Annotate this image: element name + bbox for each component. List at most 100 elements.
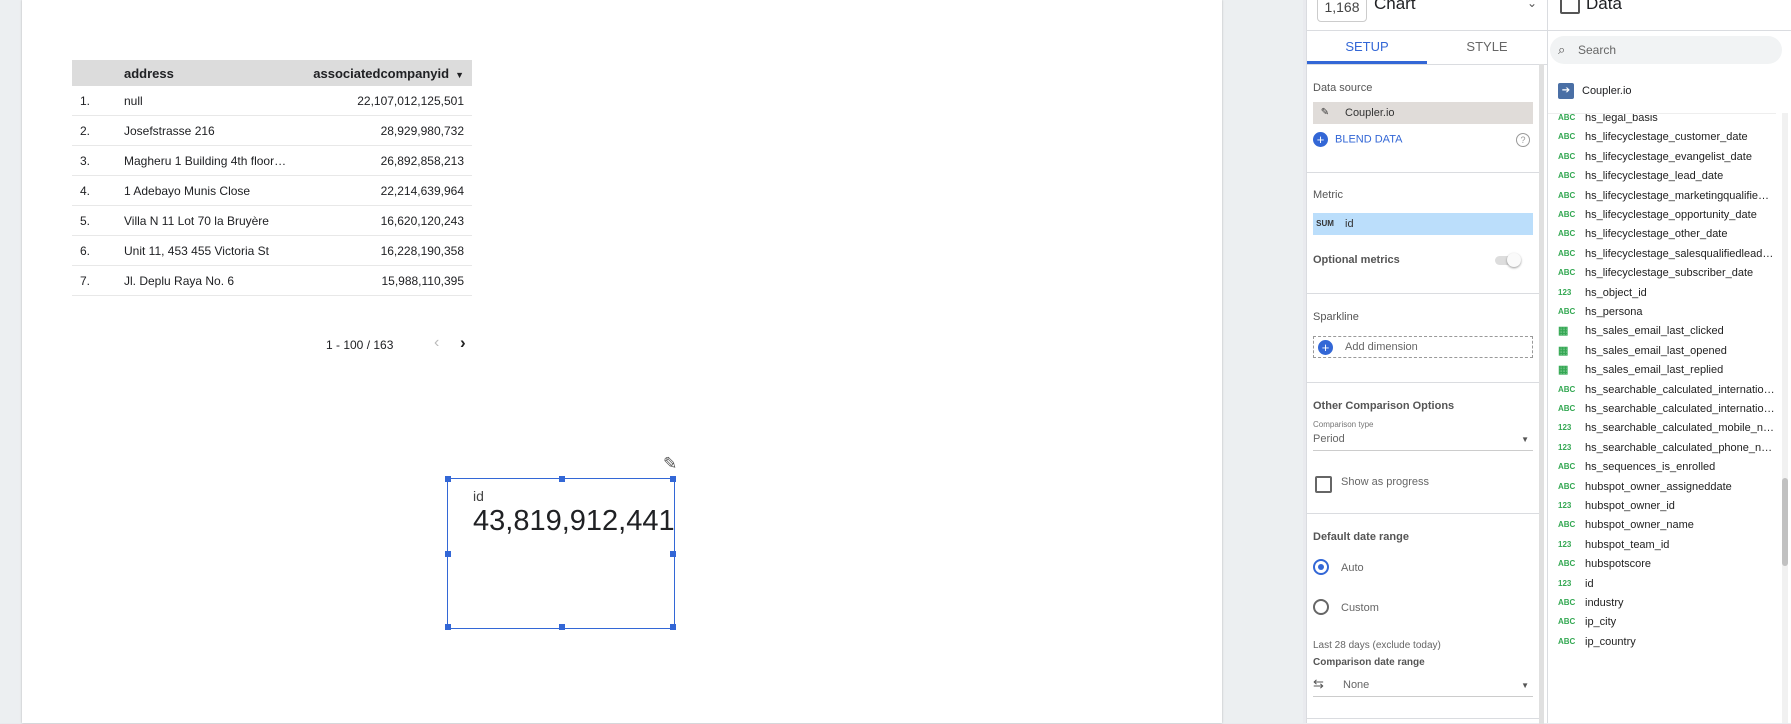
row-address: Unit 11, 453 455 Victoria St <box>124 243 269 258</box>
data-source-icon: ➔ <box>1558 83 1574 99</box>
number-type-icon: 123 <box>1558 423 1572 433</box>
field-item[interactable]: ABC ip_country <box>1548 632 1776 654</box>
field-name: hs_lifecyclestage_opportunity_date <box>1585 209 1757 221</box>
chevron-left-icon[interactable]: ‹ <box>434 334 439 352</box>
table-header: address associatedcompanyid ▼ <box>72 60 472 86</box>
sort-desc-icon[interactable]: ▼ <box>455 70 464 80</box>
number-type-icon: 123 <box>1558 501 1572 510</box>
row-associatedcompanyid: 16,228,190,358 <box>380 243 464 258</box>
default-date-range-label: Default date range <box>1313 531 1409 543</box>
resize-handle-s[interactable] <box>559 624 565 630</box>
row-address: Jl. Deplu Raya No. 6 <box>124 273 235 288</box>
field-name: hs_sequences_is_enrolled <box>1585 461 1716 474</box>
toggle-knob <box>1507 253 1521 267</box>
comparison-type-select[interactable]: Period ▼ <box>1313 430 1533 451</box>
table-row[interactable]: 5. Villa N 11 Lot 70 la Bruyère 16,620,120… <box>72 206 472 236</box>
sparkline-label: Sparkline <box>1313 311 1359 323</box>
table-row[interactable]: 8.5 Manchester Square15,975,209,515 <box>72 296 472 305</box>
field-search[interactable]: ⌕ Search <box>1550 36 1782 64</box>
tab-style[interactable]: STYLE <box>1427 39 1547 54</box>
table-row[interactable]: 7. Jl. Deplu Raya No. 6 15,988,110,395 <box>72 266 472 296</box>
data-source-label: Data source <box>1313 82 1373 94</box>
add-dimension-button[interactable]: + Add dimension <box>1313 336 1533 358</box>
number-type-icon: 123 <box>1558 442 1572 452</box>
metric-aggregation[interactable]: SUM <box>1316 217 1334 231</box>
metric-chip[interactable]: SUM id <box>1313 213 1533 235</box>
table-row[interactable]: 4. 1 Adebayo Munis Close 22,214,639,964 <box>72 176 472 206</box>
search-icon: ⌕ <box>1558 42 1566 57</box>
field-name: id <box>1585 577 1594 590</box>
resize-handle-n[interactable] <box>559 476 565 482</box>
resize-handle-sw[interactable] <box>445 624 451 630</box>
comparison-date-range-select[interactable]: ⇆ None ▼ <box>1313 676 1533 697</box>
field-name: hubspot_owner_assigneddate <box>1585 480 1732 493</box>
date-range-custom-radio[interactable] <box>1313 599 1329 615</box>
text-type-icon: ABC <box>1558 113 1576 122</box>
blend-data-button[interactable]: + BLEND DATA <box>1313 132 1402 147</box>
field-list-scrollbar[interactable] <box>1782 113 1788 723</box>
field-name: hs_lifecyclestage_customer_date <box>1585 131 1748 144</box>
chart-type-title[interactable]: Chart <box>1374 0 1416 16</box>
pencil-icon[interactable]: ✎ <box>663 454 677 474</box>
scorecard-chart[interactable]: id 43,819,912,441 <box>445 476 676 630</box>
properties-scrollbar[interactable] <box>1539 64 1544 724</box>
resize-handle-w[interactable] <box>445 551 451 557</box>
header-associatedcompanyid[interactable]: associatedcompanyid ▼ <box>304 66 472 81</box>
comparison-type-value: Period <box>1313 433 1345 445</box>
show-as-progress-checkbox[interactable] <box>1315 476 1332 493</box>
date-range-auto-radio[interactable] <box>1313 559 1329 575</box>
field-name: hubspot_team_id <box>1585 538 1670 551</box>
row-index: 1. <box>80 93 91 108</box>
table-row[interactable]: 1. null 22,107,012,125,501 <box>72 86 472 116</box>
text-type-icon: ABC <box>1558 268 1576 278</box>
header-address[interactable]: address <box>124 66 304 81</box>
other-comparison-label: Other Comparison Options <box>1313 400 1455 412</box>
table-row[interactable]: 6. Unit 11, 453 455 Victoria St 16,228,190… <box>72 236 472 266</box>
field-list: ABC hs_legal_basis ABC hs_lifecyclestage_cu… <box>1548 113 1776 724</box>
help-icon[interactable]: ? <box>1516 133 1530 147</box>
text-type-icon: ABC <box>1558 248 1576 258</box>
search-input[interactable]: Search <box>1578 43 1616 57</box>
chevron-right-icon[interactable]: › <box>460 333 466 353</box>
resize-handle-se[interactable] <box>670 624 676 630</box>
row-index: 5. <box>80 213 91 228</box>
data-source-item[interactable]: ➔ Coupler.io <box>1558 83 1632 99</box>
data-panel-title: Data <box>1586 0 1622 13</box>
metric-label: Metric <box>1313 189 1343 201</box>
add-dimension-label: Add dimension <box>1345 341 1418 353</box>
resize-handle-e[interactable] <box>670 551 676 557</box>
tab-setup[interactable]: SETUP <box>1307 39 1427 54</box>
report-page[interactable]: address associatedcompanyid ▼ 1. null 22,10… <box>22 0 1222 723</box>
pencil-icon[interactable]: ✎ <box>1316 106 1334 120</box>
resize-handle-ne[interactable] <box>670 476 676 482</box>
properties-panel: 1,168 Chart ⌄ SETUP STYLE Data source ✎ … <box>1306 0 1547 724</box>
compare-arrows-icon: ⇆ <box>1313 676 1324 691</box>
chevron-down-icon[interactable]: ⌄ <box>1527 0 1537 10</box>
table-row[interactable]: 3. Magheru 1 Building 4th floor… 26,892,85… <box>72 146 472 176</box>
field-name: hs_sales_email_last_opened <box>1585 344 1727 357</box>
scrollbar-thumb[interactable] <box>1782 478 1788 566</box>
field-name: hs_lifecyclestage_marketingqualifie… <box>1585 189 1770 202</box>
divider <box>1307 293 1539 294</box>
calendar-icon: ▦ <box>1558 344 1569 357</box>
resize-handle-nw[interactable] <box>445 476 451 482</box>
field-name: hs_lifecyclestage_evangelist_date <box>1585 150 1752 163</box>
row-index: 8. <box>72 304 124 305</box>
table-row[interactable]: 2. Josefstrasse 216 28,929,980,732 <box>72 116 472 146</box>
field-name: hs_lifecyclestage_subscriber_date <box>1585 267 1754 280</box>
pagination-range: 1 - 100 / 163 <box>326 338 394 352</box>
text-type-icon: ABC <box>1558 520 1576 530</box>
optional-metrics-toggle[interactable] <box>1495 253 1521 267</box>
text-type-icon: ABC <box>1558 617 1576 627</box>
text-type-icon: ABC <box>1558 636 1576 646</box>
field-name: ip_country <box>1585 635 1636 648</box>
show-as-progress-label: Show as progress <box>1341 476 1430 488</box>
data-source-name: Coupler.io <box>1582 84 1632 97</box>
data-table[interactable]: address associatedcompanyid ▼ 1. null 22,10… <box>72 60 472 304</box>
plus-icon: + <box>1313 132 1328 147</box>
data-source-chip[interactable]: ✎ Coupler.io <box>1313 102 1533 124</box>
row-associatedcompanyid: 22,214,639,964 <box>380 183 464 198</box>
last-28-days-text: Last 28 days (exclude today) <box>1313 640 1441 651</box>
text-type-icon: ABC <box>1558 462 1576 472</box>
field-name: hs_sales_email_last_clicked <box>1585 325 1724 338</box>
